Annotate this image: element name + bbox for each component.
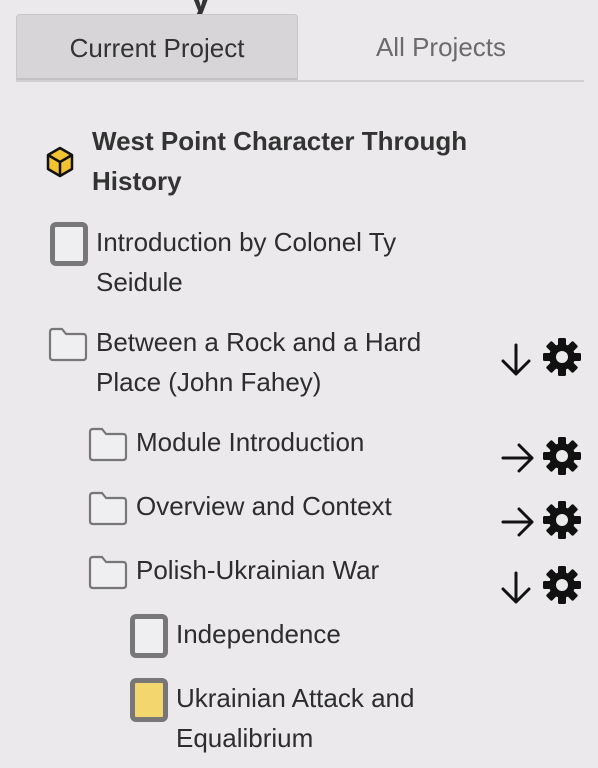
tree-item-overview-and-context[interactable]: Overview and Context	[136, 486, 392, 526]
tree-item-ukrainian-attack[interactable]: Ukrainian Attack and Equalibrium	[176, 678, 414, 758]
project-tabs: Current Project All Projects	[16, 14, 584, 82]
arrow-down-icon[interactable]	[498, 342, 534, 383]
tree-item-label: Independence	[176, 619, 341, 649]
tree-item-label: Module Introduction	[136, 427, 365, 457]
tree-item-label: Place (John Fahey)	[96, 367, 322, 397]
cube-icon	[46, 146, 74, 183]
page-filled-icon	[130, 678, 168, 722]
folder-icon	[88, 426, 128, 467]
tree-item-label: Ukrainian Attack and	[176, 683, 415, 713]
folder-icon	[88, 554, 128, 595]
tree-item-polish-ukrainian-war[interactable]: Polish-Ukrainian War	[136, 550, 379, 590]
project-title-line-1: West Point Character Through	[92, 126, 468, 156]
folder-icon	[88, 490, 128, 531]
tree-item-label: Between a Rock and a Hard	[96, 327, 422, 357]
project-title-line-2: History	[92, 166, 182, 196]
tree-item-module-introduction[interactable]: Module Introduction	[136, 422, 364, 462]
tab-current-project[interactable]: Current Project	[16, 14, 298, 80]
page-icon	[50, 222, 88, 266]
tree-item-introduction[interactable]: Introduction by Colonel Ty Seidule	[96, 222, 396, 302]
arrow-right-icon[interactable]	[500, 504, 536, 545]
tab-divider	[16, 80, 584, 82]
tree-item-label: Seidule	[96, 267, 183, 297]
gear-icon[interactable]	[541, 564, 583, 611]
page-icon	[130, 614, 168, 658]
gear-icon[interactable]	[541, 435, 583, 482]
tree-item-between-a-rock[interactable]: Between a Rock and a Hard Place (John Fa…	[96, 322, 421, 402]
tree-item-label: Overview and Context	[136, 491, 392, 521]
tab-all-projects[interactable]: All Projects	[298, 14, 584, 80]
gear-icon[interactable]	[541, 499, 583, 546]
tree-item-label: Polish-Ukrainian War	[136, 555, 380, 585]
gear-icon[interactable]	[541, 336, 583, 383]
tree-item-independence[interactable]: Independence	[176, 614, 341, 654]
tree-item-label: Introduction by Colonel Ty	[96, 227, 397, 257]
folder-icon	[48, 326, 88, 367]
project-title[interactable]: West Point Character Through History	[92, 121, 467, 201]
arrow-right-icon[interactable]	[500, 440, 536, 481]
arrow-down-icon[interactable]	[498, 570, 534, 611]
tree-item-label: Equalibrium	[176, 723, 314, 753]
